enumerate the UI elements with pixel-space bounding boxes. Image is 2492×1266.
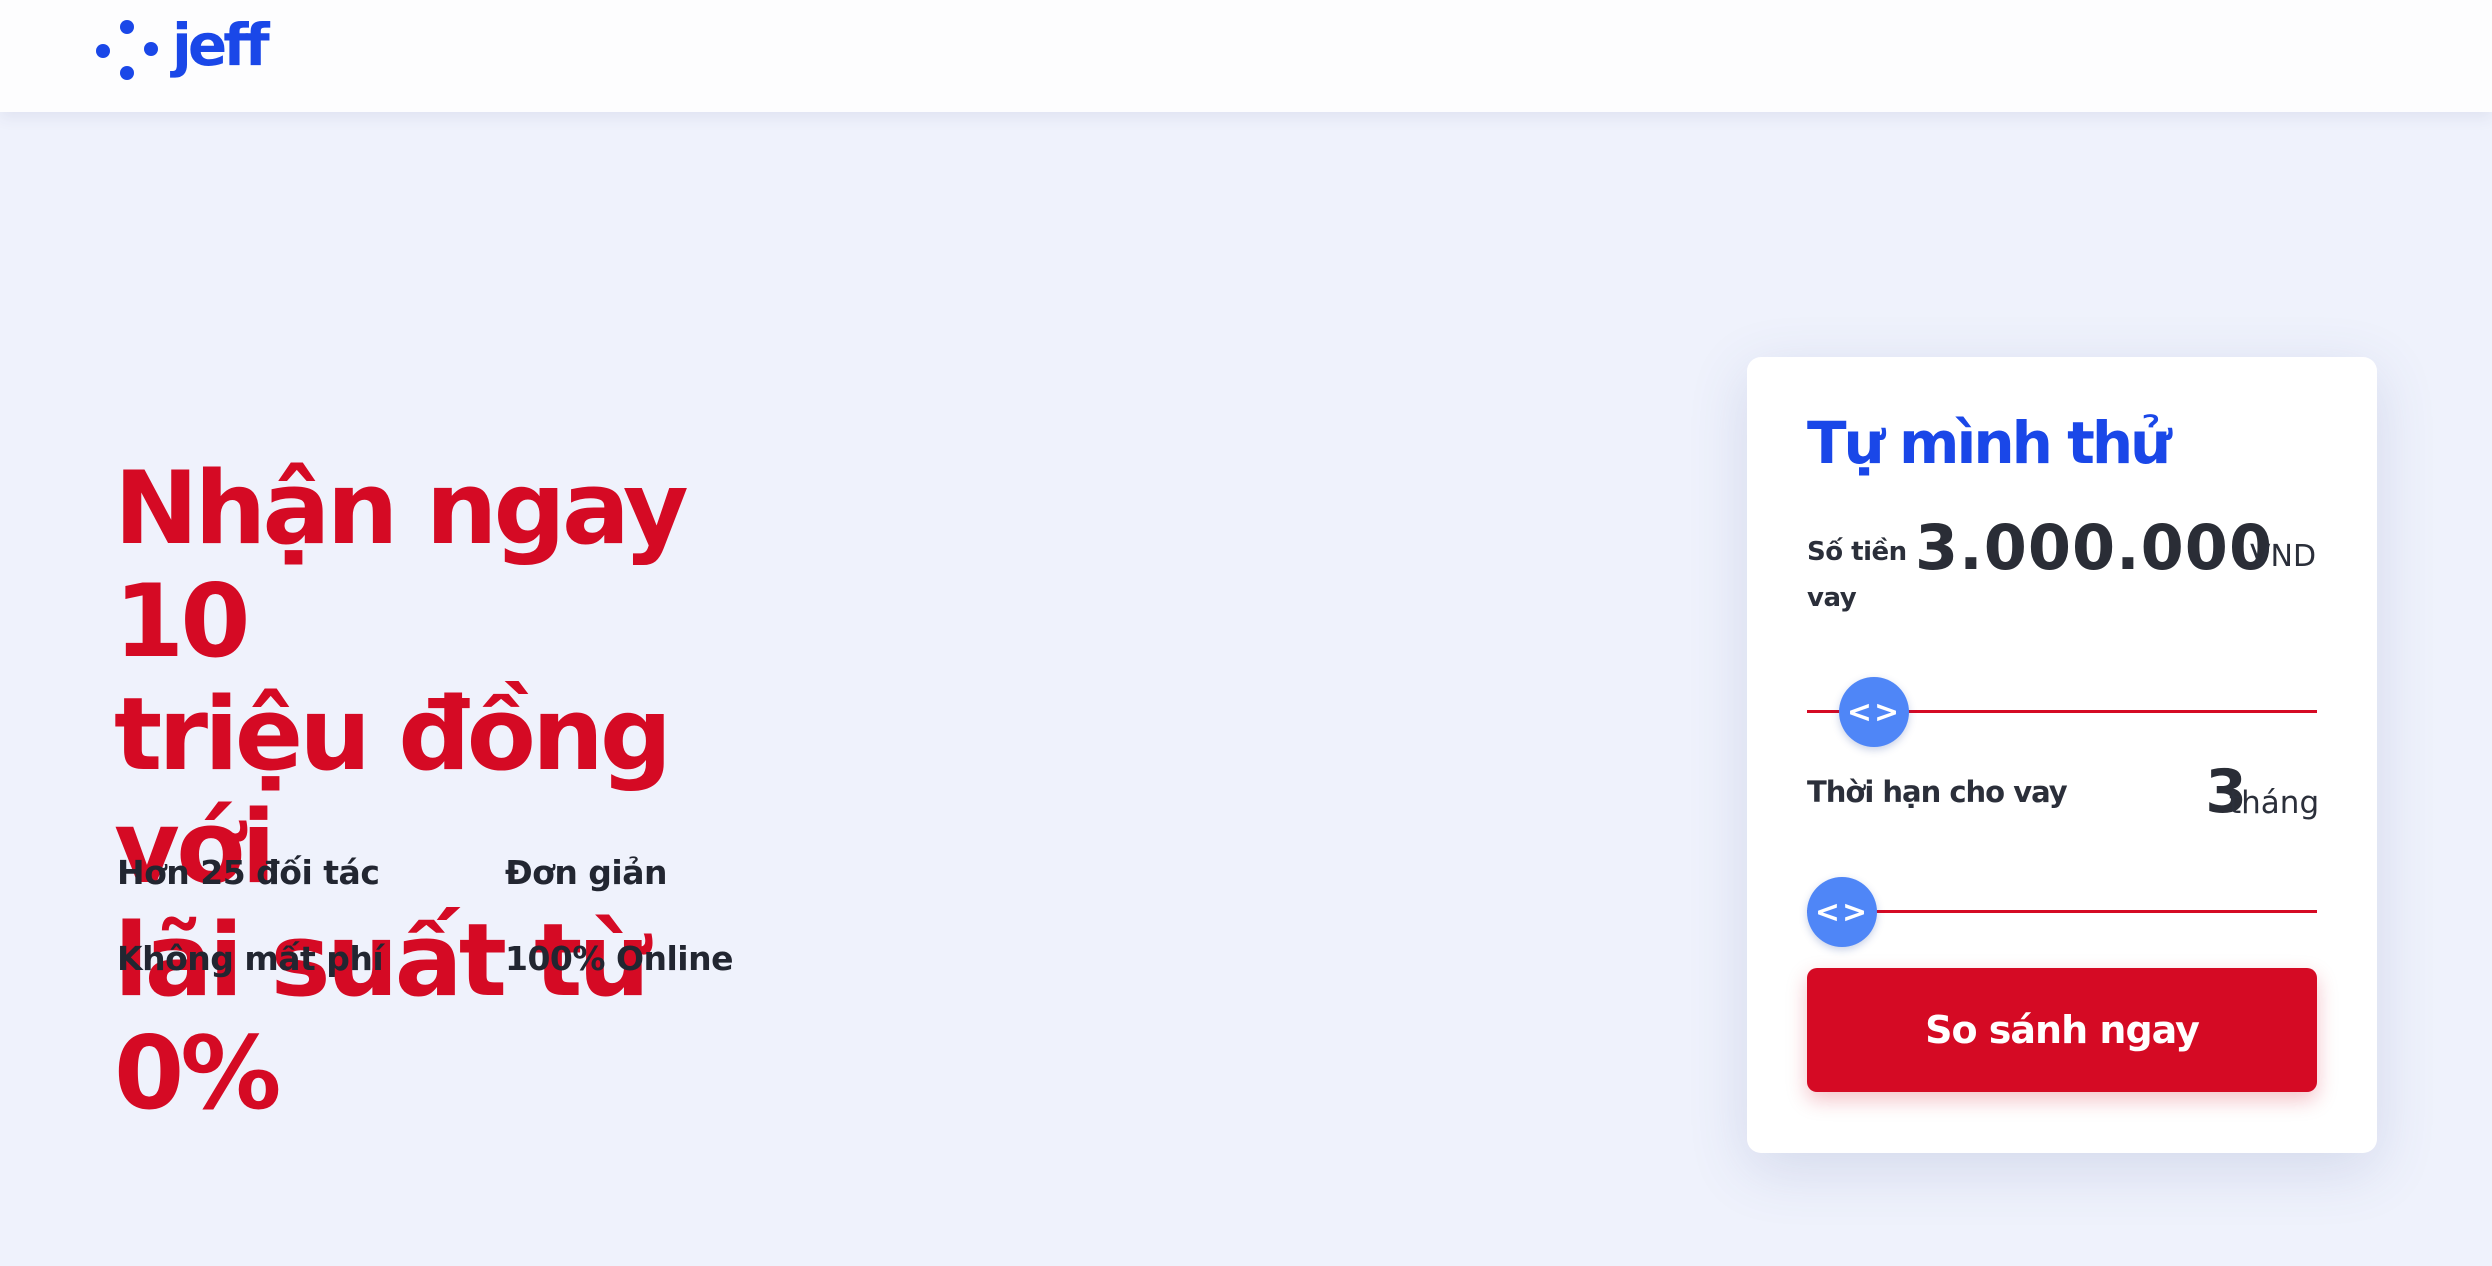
compare-now-button[interactable]: So sánh ngay [1807,968,2317,1092]
feature-simple: Đơn giản [505,853,668,892]
top-header: jeff [0,0,2492,112]
feature-no-fee: Không mất phí [117,939,384,978]
amount-label-line: vay [1807,583,1857,613]
feature-online: 100% Online [505,939,733,978]
term-unit: tháng [2229,785,2320,821]
term-slider-track[interactable] [1807,910,2317,913]
dots-logo-icon [96,20,162,82]
amount-value: 3.000.000 [1915,511,2274,584]
calculator-title: Tự mình thử [1807,409,2171,477]
left-right-arrows-icon: <> [1846,694,1902,730]
hero-title: Nhận ngay 10 triệu đồng với lãi suất từ … [114,452,834,1130]
hero-title-line: lãi suất từ 0% [114,901,650,1132]
term-label: Thời hạn cho vay [1807,775,2068,809]
loan-calculator-card: Tự mình thử Số tiền vay 3.000.000 VND <>… [1747,357,2377,1153]
amount-label: Số tiền vay [1807,529,1917,621]
feature-partners: Hơn 25 đối tác [117,853,380,892]
amount-slider-handle[interactable]: <> [1839,677,1909,747]
amount-unit: VND [2250,539,2317,574]
term-slider-handle[interactable]: <> [1807,877,1877,947]
jeff-logo[interactable]: jeff [96,11,270,86]
amount-label-line: Số tiền [1807,537,1907,567]
hero-title-line: Nhận ngay 10 [114,449,689,680]
left-right-arrows-icon: <> [1814,894,1870,930]
logo-text: jeff [172,11,270,79]
